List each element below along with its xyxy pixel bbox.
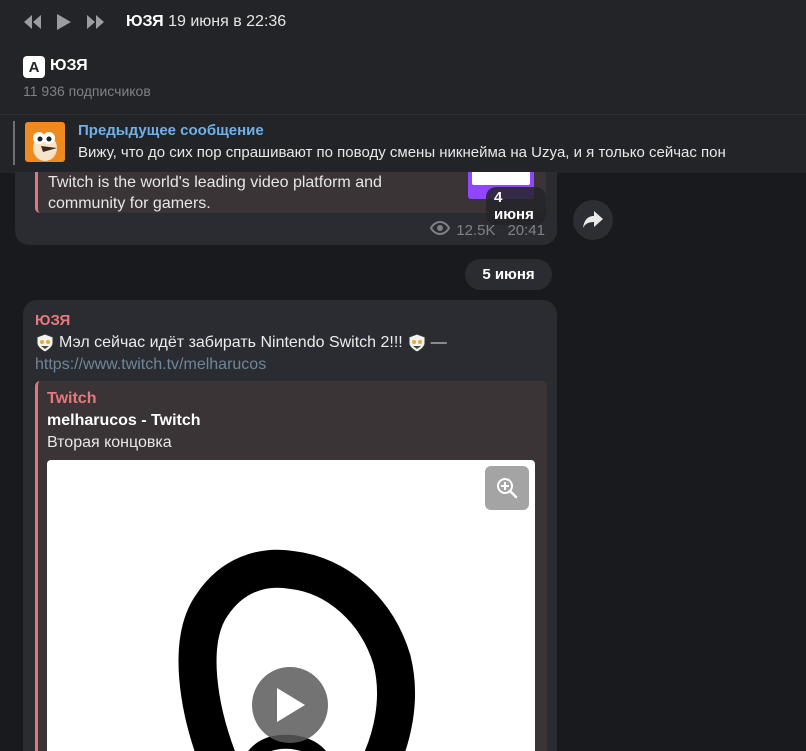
channel-header[interactable]: A ЮЗЯ 11 936 подписчиков [0,44,806,114]
share-button[interactable] [573,200,613,240]
eye-icon [430,220,451,239]
link-preview[interactable]: Twitch is the world's leading video plat… [35,172,546,225]
link-preview[interactable]: Twitch melharucos - Twitch Вторая концов… [35,381,547,751]
link-preview-description: Twitch is the world's leading video plat… [48,172,468,214]
pinned-label: Предыдущее сообщение [78,122,264,139]
share-arrow-icon [583,211,603,228]
channel-name: ЮЗЯ [50,57,88,74]
post-meta: 12.5K 20:41 [430,220,545,239]
pinned-message-bar[interactable]: Предыдущее сообщение Вижу, что до сих по… [0,114,806,173]
play-button[interactable] [252,667,328,743]
shield-emoji-icon [35,333,55,353]
preview-site-name: Twitch [47,390,97,407]
post-link[interactable]: https://www.twitch.tv/melharucos [35,356,266,374]
message-feed[interactable]: Twitch is the world's leading video plat… [0,172,806,751]
play-icon [277,688,305,722]
previous-post[interactable]: Twitch is the world's leading video plat… [15,172,557,245]
pinned-indicator [13,121,15,165]
pinned-thumbnail [25,122,65,162]
subscriber-count: 11 936 подписчиков [23,83,151,99]
twitch-logo-icon [472,172,530,185]
next-icon[interactable] [80,10,112,34]
channel-logo-text: A [28,58,40,76]
player-channel-name: ЮЗЯ [126,13,164,30]
preview-description: Вторая концовка [47,434,172,451]
post-text: Мэл сейчас идёт забирать Nintendo Switch… [35,333,447,353]
preview-text-line: community for gamers. [48,195,211,212]
preview-title: melharucos - Twitch [47,412,201,429]
channel-post[interactable]: ЮЗЯ Мэл сейчас идёт забирать Nintendo Sw… [23,300,557,751]
shield-emoji-icon [407,333,427,353]
previous-icon[interactable] [16,10,48,34]
play-icon[interactable] [48,10,80,34]
post-main-text: Мэл сейчас идёт забирать Nintendo Switch… [59,334,403,351]
channel-logo: A [23,56,45,78]
preview-media[interactable] [47,460,535,751]
player-controls [16,10,112,34]
view-count: 12.5K [456,221,496,239]
post-time: 20:41 [507,221,545,239]
zoom-in-icon [497,478,518,499]
zoom-button[interactable] [485,466,529,510]
post-dash: — [430,334,447,351]
preview-text-line: Twitch is the world's leading video plat… [48,174,382,191]
player-date: 19 июня в 22:36 [168,13,287,30]
audio-player-bar: ЮЗЯ 19 июня в 22:36 [0,0,806,44]
player-title[interactable]: ЮЗЯ 19 июня в 22:36 [126,13,286,31]
pinned-text: Вижу, что до сих пор спрашивают по повод… [78,144,726,161]
date-separator: 5 июня [465,259,552,290]
date-badge: 4 июня [486,187,546,225]
post-author: ЮЗЯ [35,312,71,329]
